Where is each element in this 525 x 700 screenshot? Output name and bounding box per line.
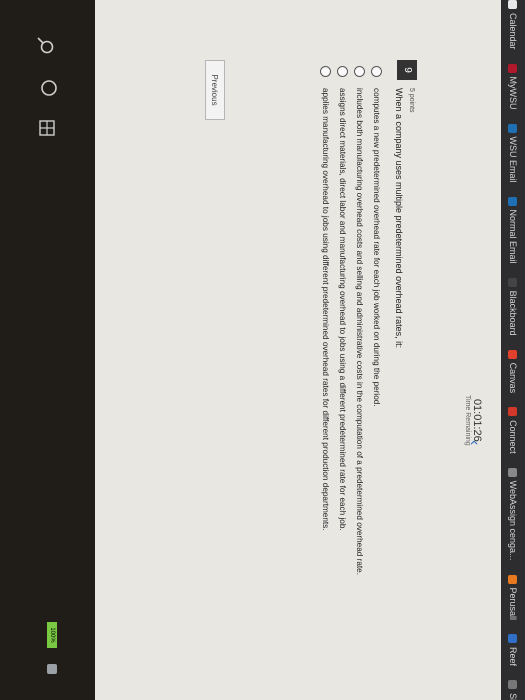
browser-screen: Calendar MyWSU WSU Email Normal Email Blackb… [0, 0, 525, 700]
bookmark-label: Blackboard [508, 290, 518, 336]
question-prompt: When a company uses multiple predetermin… [394, 88, 404, 349]
bookmark-label: Canvas [508, 362, 518, 394]
timer: 01:01:26 Time Remaining [464, 395, 483, 446]
answer-option-3[interactable]: assigns direct materials, direct labor a… [334, 66, 351, 620]
bookmark-item[interactable]: Perusall [508, 574, 518, 621]
bookmark-item[interactable]: MyWSU [508, 63, 518, 110]
bookmark-favicon-icon [508, 634, 518, 644]
answer-text: assigns direct materials, direct labor a… [338, 88, 347, 531]
bookmark-favicon-icon [508, 63, 518, 73]
answer-option-2[interactable]: includes both manufacturing overhead cos… [351, 66, 368, 620]
bookmark-item[interactable]: WebAssign cenga... [508, 467, 518, 561]
bookmarks-bar: Calendar MyWSU WSU Email Normal Email Blackb… [501, 0, 525, 700]
tray-icon[interactable] [47, 664, 57, 674]
bookmark-label: Calendar [508, 13, 518, 50]
bookmark-favicon-icon [508, 277, 518, 287]
battery-indicator[interactable]: 100% [47, 622, 57, 648]
radio-button[interactable] [371, 66, 382, 77]
bookmark-label: WSU Email [508, 136, 518, 183]
bookmark-item[interactable]: Canvas [508, 349, 518, 394]
bookmark-favicon-icon [508, 123, 518, 133]
answer-option-1[interactable]: computes a new predetermined overhead ra… [368, 66, 385, 620]
question-number: 9 [397, 60, 417, 80]
bookmark-label: WebAssign cenga... [508, 480, 518, 561]
bookmark-favicon-icon [508, 407, 518, 417]
apps-icon[interactable] [37, 118, 57, 138]
radio-button[interactable] [337, 66, 348, 77]
bookmark-favicon-icon [508, 574, 518, 584]
timer-label: Time Remaining [464, 395, 471, 446]
bookmark-label: Connect [508, 420, 518, 454]
bookmark-favicon-icon [508, 0, 518, 9]
bookmark-item[interactable]: Reef [508, 634, 518, 666]
timer-value: 01:01:26 [471, 398, 483, 442]
taskbar: 100% [0, 0, 95, 700]
radio-button[interactable] [320, 66, 331, 77]
answer-text: applies manufacturing overhead to jobs u… [321, 88, 330, 531]
question-points: 5 points [408, 88, 415, 113]
bookmark-item[interactable]: Connect [508, 407, 518, 454]
bookmark-label: Normal Email [508, 209, 518, 264]
search-icon[interactable] [35, 36, 55, 56]
radio-button[interactable] [354, 66, 365, 77]
bookmark-favicon-icon [508, 196, 518, 206]
bookmark-item[interactable]: Calendar [508, 0, 518, 50]
bookmark-favicon-icon [508, 349, 518, 359]
bookmark-label: Reef [508, 647, 518, 667]
bookmark-item[interactable]: Blackboard [508, 277, 518, 336]
bookmark-label: Perusall [508, 587, 518, 621]
task-view-icon[interactable] [39, 78, 59, 98]
answer-text: includes both manufacturing overhead cos… [355, 88, 364, 575]
answer-option-4[interactable]: applies manufacturing overhead to jobs u… [317, 66, 334, 620]
bookmark-label: MyWSU [508, 76, 518, 110]
bookmark-favicon-icon [508, 467, 518, 477]
bookmark-item[interactable]: WSU Email [508, 123, 518, 183]
previous-button[interactable]: Previous [205, 60, 225, 120]
bookmark-favicon-icon [508, 680, 518, 690]
bookmark-item[interactable]: Normal Email [508, 196, 518, 264]
answer-list: computes a new predetermined overhead ra… [317, 66, 385, 620]
bookmark-item[interactable]: Skynet [508, 680, 518, 700]
bookmark-label: Skynet [508, 693, 518, 700]
chevron-left-icon[interactable]: ‹ [466, 440, 483, 454]
answer-text: computes a new predetermined overhead ra… [372, 88, 381, 407]
